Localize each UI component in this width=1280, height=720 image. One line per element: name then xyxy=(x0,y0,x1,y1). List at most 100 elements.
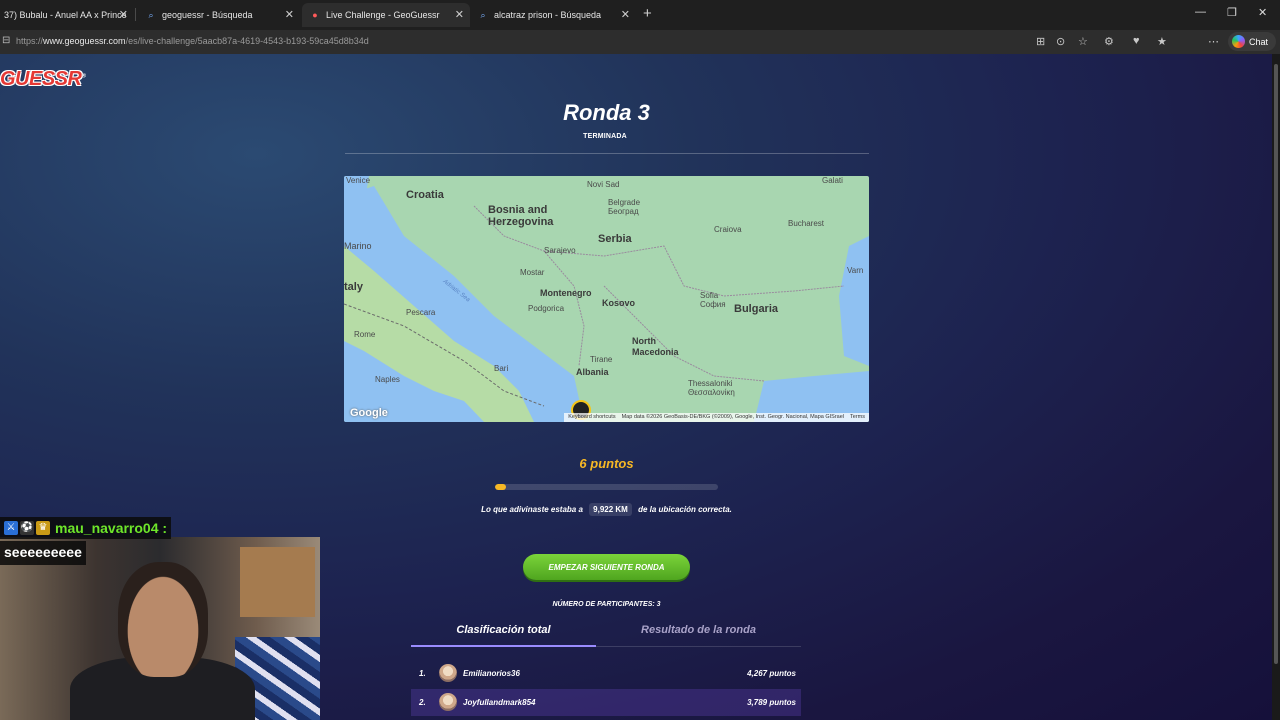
map-label-tirane: Tirane xyxy=(590,355,613,364)
keyboard-shortcuts-link[interactable]: Keyboard shortcuts xyxy=(568,414,615,421)
browser-tab-geoguessr-search[interactable]: ⌕ geoguessr - Búsqueda ✕ xyxy=(138,3,300,27)
map-label-kosovo: Kosovo xyxy=(602,298,636,308)
map-label-bulgaria: Bulgaria xyxy=(734,303,779,315)
tab-round-result[interactable]: Resultado de la ronda xyxy=(606,624,791,636)
divider xyxy=(345,153,869,154)
geoguessr-logo[interactable]: GUESSR® xyxy=(0,68,86,91)
tab-total-ranking[interactable]: Clasificación total xyxy=(411,624,596,636)
score-progress-bar xyxy=(495,484,718,490)
close-icon[interactable]: ✕ xyxy=(119,8,128,21)
url-path: /es/live-challenge/5aacb87a-4619-4543-b1… xyxy=(125,36,369,46)
browser-tab-strip: 37) Bubalu - Anuel AA x Prince R ✕ ⌕ geo… xyxy=(0,0,1280,30)
browser-tab-music[interactable]: 37) Bubalu - Anuel AA x Prince R ✕ xyxy=(0,3,134,27)
copilot-chat-button[interactable]: Chat xyxy=(1228,32,1276,51)
avatar xyxy=(439,693,457,711)
chat-label: Chat xyxy=(1249,36,1269,47)
map-label-thessaloniki: Thessaloniki Θεσσαλονίκη xyxy=(688,379,735,397)
search-icon: ⌕ xyxy=(148,10,154,20)
close-icon[interactable]: ✕ xyxy=(621,8,630,21)
new-tab-button[interactable]: + xyxy=(643,5,652,22)
round-title: Ronda 3 xyxy=(563,100,650,125)
browser-tab-alcatraz-search[interactable]: ⌕ alcatraz prison - Búsqueda ✕ xyxy=(470,3,636,27)
minimize-icon[interactable]: — xyxy=(1195,6,1206,18)
stream-chat-header: ⚔ ⚽ ♛ mau_navarro04 : xyxy=(0,517,172,539)
round-points: 6 puntos xyxy=(579,456,634,471)
round-status: TERMINADA xyxy=(583,133,627,140)
map-label-venice: Venice xyxy=(346,176,371,185)
leaderboard-row[interactable]: 1. Emilianorios36 4,267 puntos xyxy=(411,660,801,687)
map-label-serbia: Serbia xyxy=(598,233,632,245)
extensions-icon[interactable]: ⚙ xyxy=(1104,35,1114,48)
location-pin-icon: ● xyxy=(312,10,318,20)
map-label-mostar: Mostar xyxy=(520,268,545,277)
browser-essentials-icon[interactable]: ♥ xyxy=(1133,35,1140,47)
lock-icon[interactable]: ⊟ xyxy=(2,35,10,46)
map-label-montenegro: Montenegro xyxy=(540,288,592,298)
scrollbar-thumb[interactable] xyxy=(1274,64,1278,664)
map-label-rome: Rome xyxy=(354,330,376,339)
map-label-marino: Marino xyxy=(344,241,372,251)
map-label-novi-sad: Novi Sad xyxy=(587,180,620,189)
url-field[interactable]: https://www.geoguessr.com/es/live-challe… xyxy=(16,36,369,46)
webcam-person-head xyxy=(118,562,208,677)
google-logo: Google xyxy=(350,407,388,419)
map-label-bosnia: Bosnia and Herzegovina xyxy=(488,204,554,228)
copilot-icon xyxy=(1232,35,1245,48)
leaderboard-rank: 2. xyxy=(419,698,426,707)
reader-icon[interactable]: ⊙ xyxy=(1056,35,1065,48)
favorites-icon[interactable]: ★ xyxy=(1157,35,1167,48)
split-screen-icon[interactable]: ⊞ xyxy=(1036,35,1045,48)
chat-username: mau_navarro04 : xyxy=(55,520,168,536)
map-label-belgrade: Belgrade Београд xyxy=(608,198,641,216)
tab-title: alcatraz prison - Búsqueda xyxy=(494,10,602,20)
webcam-shelf xyxy=(240,547,315,617)
map-label-galati: Galati xyxy=(822,176,843,185)
map-label-bari: Bari xyxy=(494,364,509,373)
tab-title: Live Challenge - GeoGuessr xyxy=(326,10,440,20)
map-label-varna: Varn xyxy=(847,266,864,275)
tab-title: 37) Bubalu - Anuel AA x Prince R xyxy=(4,10,126,20)
soccer-ball-badge-icon: ⚽ xyxy=(20,521,34,535)
results-tabs: Clasificación total Resultado de la rond… xyxy=(411,620,801,647)
sword-badge-icon: ⚔ xyxy=(4,521,18,535)
avatar xyxy=(439,664,457,682)
map-attribution: Keyboard shortcuts Map data ©2026 GeoBas… xyxy=(564,413,869,422)
terms-link[interactable]: Terms xyxy=(850,414,865,421)
stream-chat-message: seeeeeeeee xyxy=(0,541,86,565)
map-label-north-macedonia: North Macedonia xyxy=(632,336,679,357)
browser-tab-live-challenge[interactable]: ● Live Challenge - GeoGuessr ✕ xyxy=(302,3,470,27)
leaderboard-row[interactable]: 2. Joyfullandmark854 3,789 puntos xyxy=(411,689,801,716)
close-window-icon[interactable]: ✕ xyxy=(1258,6,1267,19)
leaderboard-score: 4,267 puntos xyxy=(747,669,796,678)
active-tab-underline xyxy=(411,645,596,647)
distance-text: Lo que adivinaste estaba a 9,922 KM de l… xyxy=(0,503,1213,516)
map-label-craiova: Craiova xyxy=(714,225,742,234)
url-domain: www.geoguessr.com xyxy=(43,36,126,46)
next-round-button[interactable]: EMPEZAR SIGUIENTE RONDA xyxy=(523,554,690,580)
search-icon: ⌕ xyxy=(480,10,486,20)
url-prefix: https:// xyxy=(16,36,44,46)
star-icon[interactable]: ☆ xyxy=(1078,35,1088,48)
close-icon[interactable]: ✕ xyxy=(285,8,294,21)
page-scrollbar[interactable] xyxy=(1272,54,1280,720)
tab-separator xyxy=(135,8,136,21)
map-label-croatia: Croatia xyxy=(406,189,444,201)
restore-icon[interactable]: ❐ xyxy=(1227,6,1237,19)
map-data-text: Map data ©2026 GeoBasis-DE/BKG (©2009), … xyxy=(621,414,845,420)
distance-value: 9,922 KM xyxy=(589,503,632,516)
map-label-albania: Albania xyxy=(576,367,609,377)
logo-text: GUESSR xyxy=(0,68,82,90)
distance-prefix: Lo que adivinaste estaba a xyxy=(481,505,583,514)
map-label-sofia: Sofia София xyxy=(700,291,726,309)
leaderboard-score: 3,789 puntos xyxy=(747,698,796,707)
map-label-italy: taly xyxy=(344,281,363,293)
more-options-icon[interactable]: ⋯ xyxy=(1208,35,1219,48)
map-label-naples: Naples xyxy=(375,375,400,384)
distance-suffix: de la ubicación correcta. xyxy=(638,505,732,514)
map-label-pescara: Pescara xyxy=(406,308,436,317)
leaderboard-name: Joyfullandmark854 xyxy=(463,698,536,707)
result-map[interactable]: Venice Croatia Bosnia and Herzegovina Se… xyxy=(344,176,869,422)
address-bar: ⊟ https://www.geoguessr.com/es/live-chal… xyxy=(0,30,1280,79)
close-icon[interactable]: ✕ xyxy=(455,8,464,21)
tab-title: geoguessr - Búsqueda xyxy=(162,10,253,20)
